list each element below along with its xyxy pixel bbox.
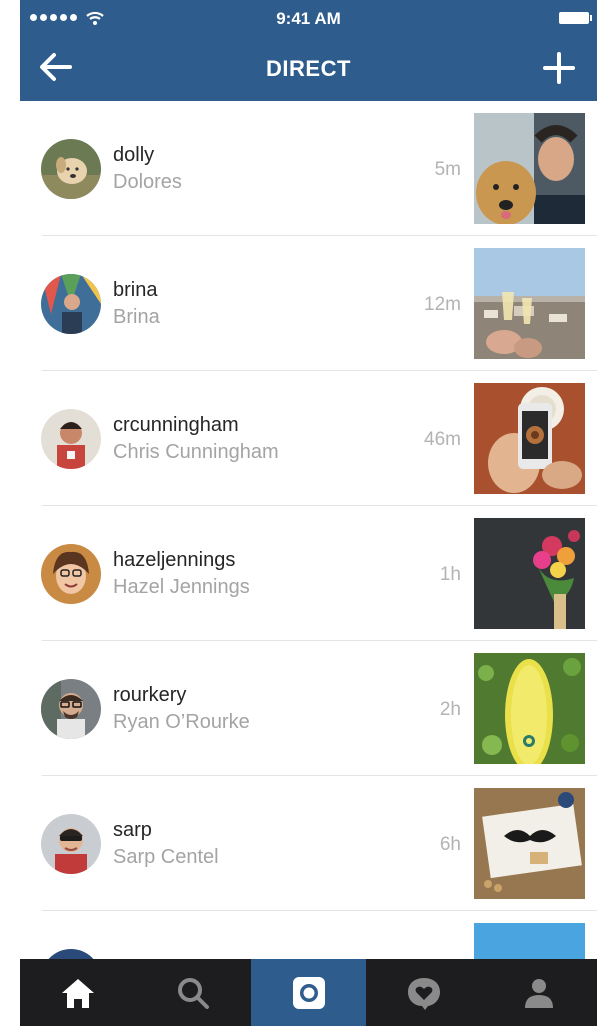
username: brina [113,279,158,301]
username: sarp [113,819,152,841]
profile-icon [525,978,554,1008]
conversation-row[interactable]: crcunningham Chris Cunningham 46m [20,371,597,506]
conversation-row[interactable]: hazeljennings Hazel Jennings 1h [20,506,597,641]
full-name: Ryan O’Rourke [113,711,250,733]
tab-search[interactable] [135,959,250,1026]
conversation-row[interactable]: dolly Dolores 5m [20,101,597,236]
conversation-row[interactable]: brina Brina 12m [20,236,597,371]
camera-icon [292,976,325,1009]
full-name: Hazel Jennings [113,576,250,598]
avatar [41,274,101,334]
search-icon [178,977,210,1009]
full-name: Brina [113,306,160,328]
plus-icon[interactable] [543,52,575,84]
photo-thumbnail[interactable] [474,383,585,494]
timestamp: 12m [424,294,461,315]
avatar [41,679,101,739]
page-title: DIRECT [266,56,351,81]
tab-camera[interactable] [250,959,367,1026]
conversation-row[interactable]: sarp Sarp Centel 6h [20,776,597,911]
full-name: Chris Cunningham [113,441,279,463]
status-bar: 9:41 AM [20,0,597,36]
timestamp: 46m [424,429,461,450]
top-bar: 9:41 AM DIRECT [20,0,597,101]
avatar [41,814,101,874]
conversation-row[interactable]: rourkery Ryan O’Rourke 2h [20,641,597,776]
tab-activity[interactable] [366,959,481,1026]
photo-thumbnail[interactable] [474,923,585,959]
photo-thumbnail[interactable] [474,653,585,764]
username: crcunningham [113,414,239,436]
photo-thumbnail[interactable] [474,113,585,224]
username: rourkery [113,684,187,706]
avatar [41,409,101,469]
avatar [41,949,101,959]
direct-screen: 9:41 AM DIRECT dolly Dolores 5m brina Br… [20,0,597,1026]
photo-thumbnail[interactable] [474,788,585,899]
avatar [41,544,101,604]
tab-profile[interactable] [482,959,597,1026]
timestamp: 6h [439,834,461,855]
status-time: 9:41 AM [276,9,341,28]
username: hazeljennings [113,549,236,571]
photo-thumbnail[interactable] [474,518,585,629]
battery-icon [559,12,592,24]
timestamp: 1h [439,564,461,585]
timestamp: 2h [439,699,461,720]
avatar [41,139,101,199]
username: dolly [113,144,155,166]
full-name: Sarp Centel [113,846,219,868]
home-icon [61,978,94,1008]
conversation-list: dolly Dolores 5m brina Brina 12m crcunni… [20,101,597,959]
conversation-row[interactable] [20,911,597,959]
photo-thumbnail[interactable] [474,248,585,359]
full-name: Dolores [113,171,182,193]
timestamp: 5m [434,159,461,180]
tab-bar [20,959,597,1026]
tab-home[interactable] [20,959,135,1026]
activity-icon [407,977,440,1010]
